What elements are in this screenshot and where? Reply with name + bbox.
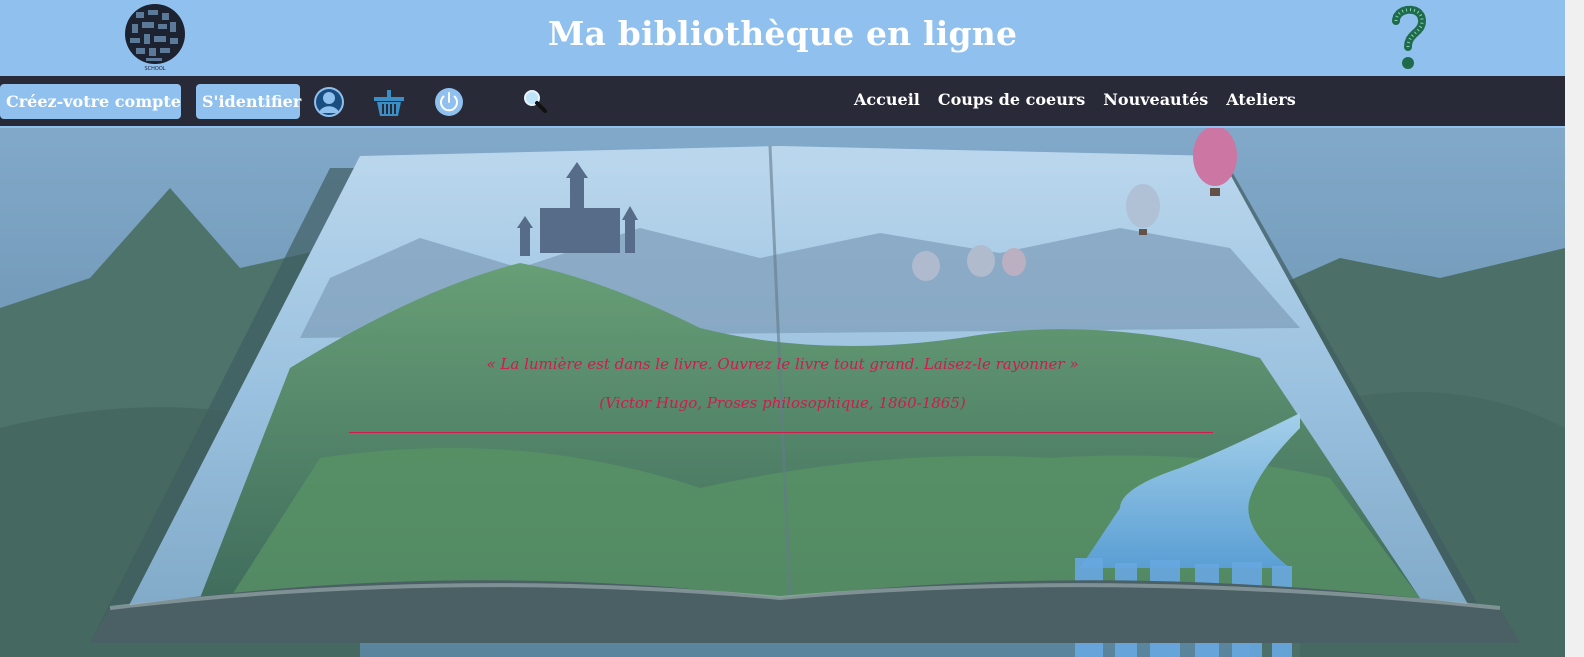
login-button[interactable]: S'identifier xyxy=(196,84,301,119)
create-account-button[interactable]: Créez-votre compte xyxy=(0,84,181,119)
main-menu: Accueil Coups de coeurs Nouveautés Ateli… xyxy=(854,90,1296,109)
site-title: Ma bibliothèque en ligne xyxy=(547,14,1018,53)
question-mark-icon[interactable] xyxy=(1390,3,1428,73)
page-scrollbar[interactable] xyxy=(1565,0,1584,657)
hero-banner: « La lumière est dans le livre. Ouvrez l… xyxy=(0,128,1565,657)
menu-item-accueil[interactable]: Accueil xyxy=(854,90,920,109)
main-navbar: Créez-votre compte S'identifier Accueil … xyxy=(0,76,1565,128)
menu-item-nouveautes[interactable]: Nouveautés xyxy=(1103,90,1208,109)
hero-quote-attribution: (Victor Hugo, Proses philosophique, 1860… xyxy=(599,394,966,412)
user-icon[interactable] xyxy=(313,86,345,118)
menu-item-ateliers[interactable]: Ateliers xyxy=(1226,90,1295,109)
quote-divider xyxy=(349,432,1213,433)
open-book-fantasy-landscape xyxy=(0,128,1565,657)
site-header: SCHOOL Ma bibliothèque en ligne xyxy=(0,0,1565,76)
menu-item-coups-de-coeurs[interactable]: Coups de coeurs xyxy=(938,90,1085,109)
basket-icon[interactable] xyxy=(373,86,405,118)
power-icon[interactable] xyxy=(433,86,465,118)
svg-text:SCHOOL: SCHOOL xyxy=(144,66,165,72)
hero-quote: « La lumière est dans le livre. Ouvrez l… xyxy=(486,355,1079,373)
search-icon[interactable] xyxy=(522,88,548,114)
